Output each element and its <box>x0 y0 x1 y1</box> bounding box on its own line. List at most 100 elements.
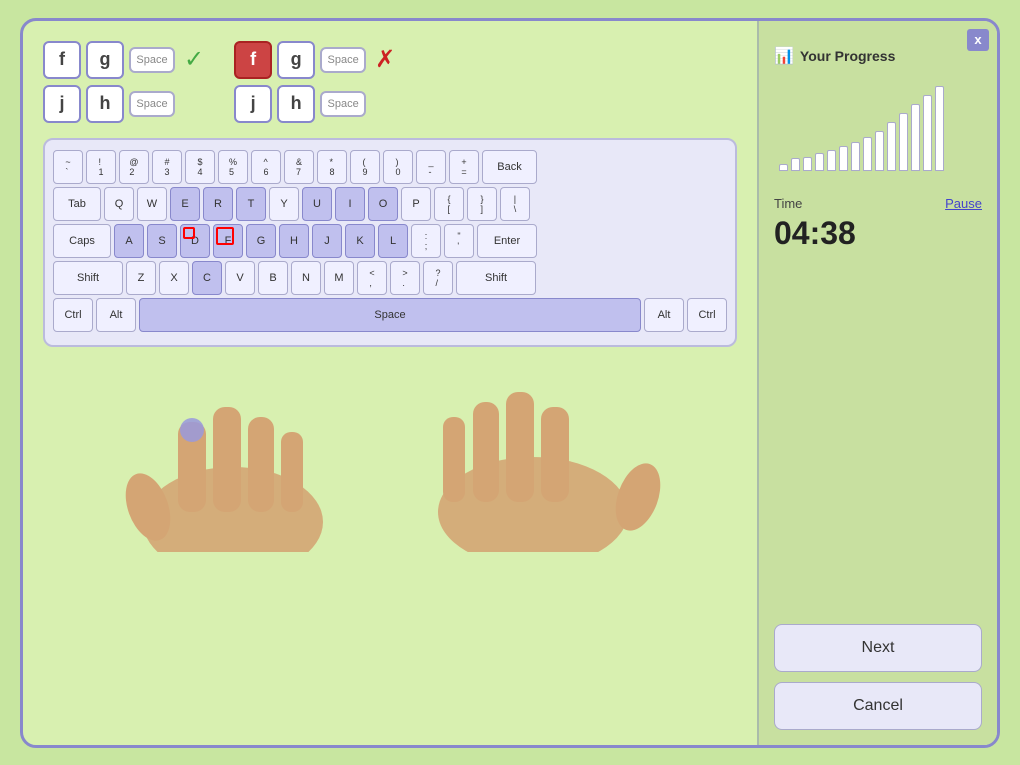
time-section: Time Pause 04:38 <box>774 196 982 252</box>
kb-key-tilde[interactable]: ~` <box>53 150 83 184</box>
chart-bar-5 <box>839 146 848 171</box>
kb-key-equals[interactable]: += <box>449 150 479 184</box>
kb-key-comma[interactable]: <, <box>357 261 387 295</box>
key-g-completed: g <box>86 41 124 79</box>
kb-row-numbers: ~` !1 @2 #3 $4 %5 ^6 &7 *8 (9 )0 _- += B… <box>53 150 727 184</box>
kb-key-h[interactable]: H <box>279 224 309 258</box>
key-space2-completed: Space <box>129 91 175 117</box>
kb-key-ctrl-left[interactable]: Ctrl <box>53 298 93 332</box>
kb-key-backspace[interactable]: Back <box>482 150 537 184</box>
kb-key-enter[interactable]: Enter <box>477 224 537 258</box>
kb-key-p[interactable]: P <box>401 187 431 221</box>
chart-bar-12 <box>923 95 932 171</box>
kb-key-shift-right[interactable]: Shift <box>456 261 536 295</box>
kb-key-r[interactable]: R <box>203 187 233 221</box>
kb-row-bottom: Ctrl Alt Space Alt Ctrl <box>53 298 727 332</box>
kb-key-m[interactable]: M <box>324 261 354 295</box>
kb-key-g[interactable]: G <box>246 224 276 258</box>
kb-key-bracket-open[interactable]: {[ <box>434 187 464 221</box>
kb-key-n[interactable]: N <box>291 261 321 295</box>
key-h-current: h <box>277 85 315 123</box>
key-f-completed: f <box>43 41 81 79</box>
kb-key-ctrl-right[interactable]: Ctrl <box>687 298 727 332</box>
kb-key-t[interactable]: T <box>236 187 266 221</box>
kb-key-e[interactable]: E <box>170 187 200 221</box>
chart-bar-11 <box>911 104 920 171</box>
kb-key-period[interactable]: >. <box>390 261 420 295</box>
pause-button[interactable]: Pause <box>945 196 982 211</box>
kb-key-a[interactable]: A <box>114 224 144 258</box>
chart-bar-4 <box>827 150 836 171</box>
kb-key-slash[interactable]: ?/ <box>423 261 453 295</box>
kb-row-shift: Shift Z X C V B N M <, >. ?/ Shift <box>53 261 727 295</box>
kb-key-9[interactable]: (9 <box>350 150 380 184</box>
kb-key-o[interactable]: O <box>368 187 398 221</box>
kb-key-b[interactable]: B <box>258 261 288 295</box>
kb-key-u[interactable]: U <box>302 187 332 221</box>
kb-key-semicolon[interactable]: :; <box>411 224 441 258</box>
chart-bar-8 <box>875 131 884 171</box>
kb-key-k[interactable]: K <box>345 224 375 258</box>
chart-bar-9 <box>887 122 896 171</box>
time-label: Time <box>774 196 802 211</box>
kb-key-w[interactable]: W <box>137 187 167 221</box>
kb-key-l[interactable]: L <box>378 224 408 258</box>
time-header: Time Pause <box>774 196 982 211</box>
chart-bar-1 <box>791 158 800 171</box>
key-space-current: Space <box>320 47 366 73</box>
progress-label: Your Progress <box>800 48 895 64</box>
kb-key-3[interactable]: #3 <box>152 150 182 184</box>
seq-row-2-completed: j h Space <box>43 85 204 123</box>
key-j-completed: j <box>43 85 81 123</box>
chart-bar-13 <box>935 86 944 171</box>
kb-key-i[interactable]: I <box>335 187 365 221</box>
kb-key-5[interactable]: %5 <box>218 150 248 184</box>
kb-key-shift-left[interactable]: Shift <box>53 261 123 295</box>
kb-key-6[interactable]: ^6 <box>251 150 281 184</box>
kb-key-quote[interactable]: "' <box>444 224 474 258</box>
main-container: f g Space ✓ j h Space f g Space ✗ <box>20 18 1000 748</box>
kb-key-tab[interactable]: Tab <box>53 187 101 221</box>
right-panel: x 📊 Your Progress Time Pause 04:38 Next … <box>757 21 997 745</box>
kb-key-j[interactable]: J <box>312 224 342 258</box>
next-button[interactable]: Next <box>774 624 982 672</box>
kb-key-alt-left[interactable]: Alt <box>96 298 136 332</box>
left-panel: f g Space ✓ j h Space f g Space ✗ <box>23 21 757 745</box>
kb-key-alt-right[interactable]: Alt <box>644 298 684 332</box>
kb-key-z[interactable]: Z <box>126 261 156 295</box>
kb-key-8[interactable]: *8 <box>317 150 347 184</box>
x-icon: ✗ <box>375 45 395 74</box>
chart-bar-3 <box>815 153 824 171</box>
progress-title: 📊 Your Progress <box>774 46 982 66</box>
chart-bar-7 <box>863 137 872 171</box>
kb-key-backslash[interactable]: |\ <box>500 187 530 221</box>
kb-key-1[interactable]: !1 <box>86 150 116 184</box>
check-icon: ✓ <box>184 45 204 74</box>
kb-key-q[interactable]: Q <box>104 187 134 221</box>
chart-bar-2 <box>803 157 812 171</box>
kb-key-2[interactable]: @2 <box>119 150 149 184</box>
kb-key-4[interactable]: $4 <box>185 150 215 184</box>
chart-bar-6 <box>851 142 860 171</box>
close-button[interactable]: x <box>967 29 989 51</box>
key-g-current: g <box>277 41 315 79</box>
kb-key-c[interactable]: C <box>192 261 222 295</box>
kb-key-f[interactable]: F <box>213 224 243 258</box>
hands-svg <box>43 352 723 552</box>
kb-key-7[interactable]: &7 <box>284 150 314 184</box>
kb-key-caps[interactable]: Caps <box>53 224 111 258</box>
cancel-button[interactable]: Cancel <box>774 682 982 730</box>
kb-key-space[interactable]: Space <box>139 298 641 332</box>
completed-sequence: f g Space ✓ j h Space <box>43 41 204 123</box>
kb-key-s[interactable]: S <box>147 224 177 258</box>
kb-key-minus[interactable]: _- <box>416 150 446 184</box>
hands-area <box>43 352 737 552</box>
seq-row-1-current: f g Space ✗ <box>234 41 395 79</box>
kb-key-v[interactable]: V <box>225 261 255 295</box>
kb-row-home: Caps A S D F G H J K L :; "' Enter <box>53 224 727 258</box>
kb-key-bracket-close[interactable]: }] <box>467 187 497 221</box>
kb-key-x[interactable]: X <box>159 261 189 295</box>
kb-key-y[interactable]: Y <box>269 187 299 221</box>
kb-key-0[interactable]: )0 <box>383 150 413 184</box>
kb-key-d[interactable]: D <box>180 224 210 258</box>
